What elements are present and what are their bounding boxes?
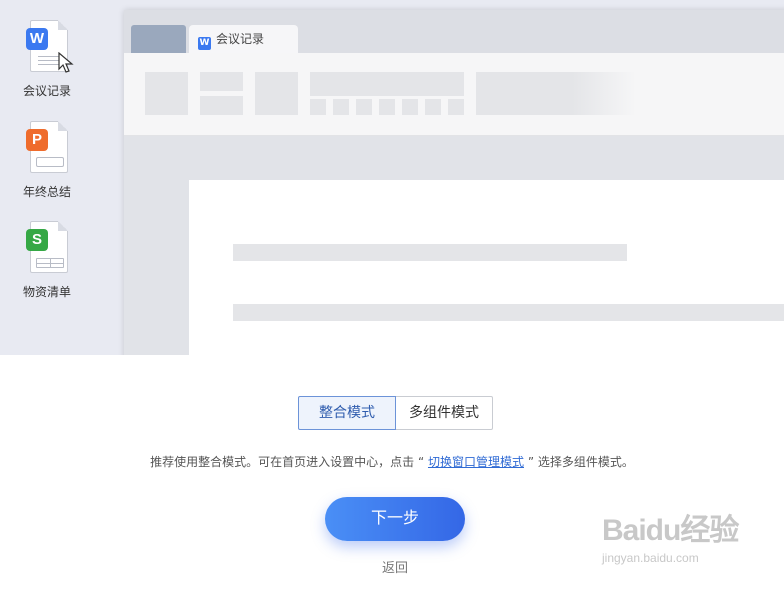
writer-tab-icon: W	[198, 37, 211, 50]
watermark-url: jingyan.baidu.com	[602, 551, 699, 565]
document-tab-label: 会议记录	[216, 32, 265, 46]
baidu-watermark-logo: Baidu经验 jingyan.baidu.com	[602, 505, 752, 577]
hint-close-quote: ”	[527, 455, 535, 469]
spreadsheet-file-icon: S	[26, 221, 68, 275]
desktop-icon-materials-list[interactable]: S 物资清单	[10, 221, 84, 300]
toolbar-placeholder	[124, 53, 784, 136]
hint-open-quote: “	[417, 455, 425, 469]
document-canvas	[124, 136, 784, 355]
desktop-icon-label: 物资清单	[22, 285, 71, 299]
watermark-brand: Baidu经验	[602, 514, 739, 547]
document-tab: W 会议记录	[189, 25, 298, 53]
presentation-badge-icon: P	[26, 129, 48, 151]
integrated-mode-button[interactable]: 整合模式	[298, 396, 396, 430]
mode-preview: W 会议记录 P 年终总结 S 物资清单 W 会议记录	[0, 0, 784, 355]
presentation-file-icon: P	[26, 121, 68, 175]
hint-prefix: 推荐使用整合模式。可在首页进入设置中心，点击	[150, 455, 415, 469]
next-step-button[interactable]: 下一步	[325, 497, 465, 541]
app-window-mock: W 会议记录	[124, 10, 784, 355]
document-page	[189, 180, 784, 355]
desktop-icon-meeting-notes[interactable]: W 会议记录	[10, 20, 84, 99]
mode-hint: 推荐使用整合模式。可在首页进入设置中心，点击 “ 切换窗口管理模式 ” 选择多组…	[0, 453, 784, 470]
mode-switch: 整合模式 多组件模式	[298, 396, 493, 430]
hint-suffix: 选择多组件模式。	[537, 455, 634, 469]
switch-window-mode-link[interactable]: 切换窗口管理模式	[428, 455, 524, 469]
desktop-icon-year-end-summary[interactable]: P 年终总结	[10, 121, 84, 200]
blank-tab	[131, 25, 186, 53]
multi-component-mode-button[interactable]: 多组件模式	[396, 396, 493, 430]
desktop-icon-label: 会议记录	[22, 84, 71, 98]
writer-badge-icon: W	[26, 28, 48, 50]
mouse-pointer-icon	[58, 52, 74, 73]
spreadsheet-badge-icon: S	[26, 229, 48, 251]
back-link[interactable]: 返回	[370, 557, 420, 576]
desktop-icon-label: 年终总结	[22, 185, 71, 199]
writer-file-icon: W	[26, 20, 74, 74]
